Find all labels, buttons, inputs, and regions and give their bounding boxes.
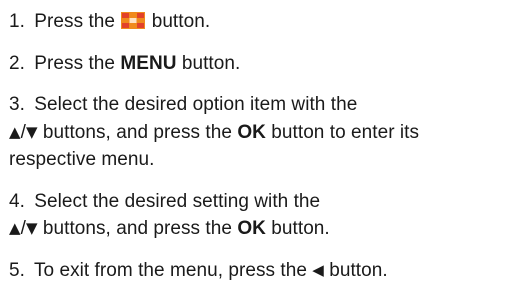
ok-button-label: OK — [237, 121, 266, 143]
step-3: 3. Select the desired option item with t… — [9, 91, 504, 174]
step-text: Select the desired setting with the — [34, 190, 321, 212]
menu-button-label: MENU — [120, 52, 177, 74]
step-5: 5. To exit from the menu, press the ◀ bu… — [9, 257, 504, 285]
step-2: 2. Press the MENU button. — [9, 50, 504, 78]
step-text: Press the — [34, 52, 116, 74]
step-number: 4. — [9, 190, 25, 212]
step-text: Press the — [34, 11, 116, 32]
step-text: buttons, and press the — [42, 121, 232, 143]
up-arrow-icon: ▲ — [9, 219, 21, 237]
step-text: To exit from the menu, press the — [33, 259, 307, 281]
down-arrow-icon: ▼ — [25, 122, 38, 141]
step-number: 5. — [9, 259, 25, 281]
left-arrow-icon: ◀ — [312, 260, 324, 279]
instruction-list: 1. Press the button. 2. Press the MENU b… — [9, 8, 504, 284]
step-4: 4. Select the desired setting with the ▲… — [9, 188, 504, 243]
down-arrow-icon: ▼ — [25, 219, 38, 237]
colored-grid-icon — [121, 12, 146, 29]
step-text: buttons, and press the — [42, 218, 232, 239]
step-1: 1. Press the button. — [9, 8, 504, 36]
step-text: button. — [271, 218, 330, 239]
step-number: 1. — [9, 11, 25, 32]
step-text: button. — [181, 52, 241, 74]
step-text: button. — [151, 11, 211, 32]
step-text: Select the desired option item with the — [34, 94, 358, 115]
up-arrow-icon: ▲ — [9, 122, 21, 141]
step-text: button. — [329, 259, 388, 281]
ok-button-label: OK — [237, 218, 266, 239]
step-number: 2. — [9, 52, 25, 74]
step-number: 3. — [9, 94, 25, 115]
